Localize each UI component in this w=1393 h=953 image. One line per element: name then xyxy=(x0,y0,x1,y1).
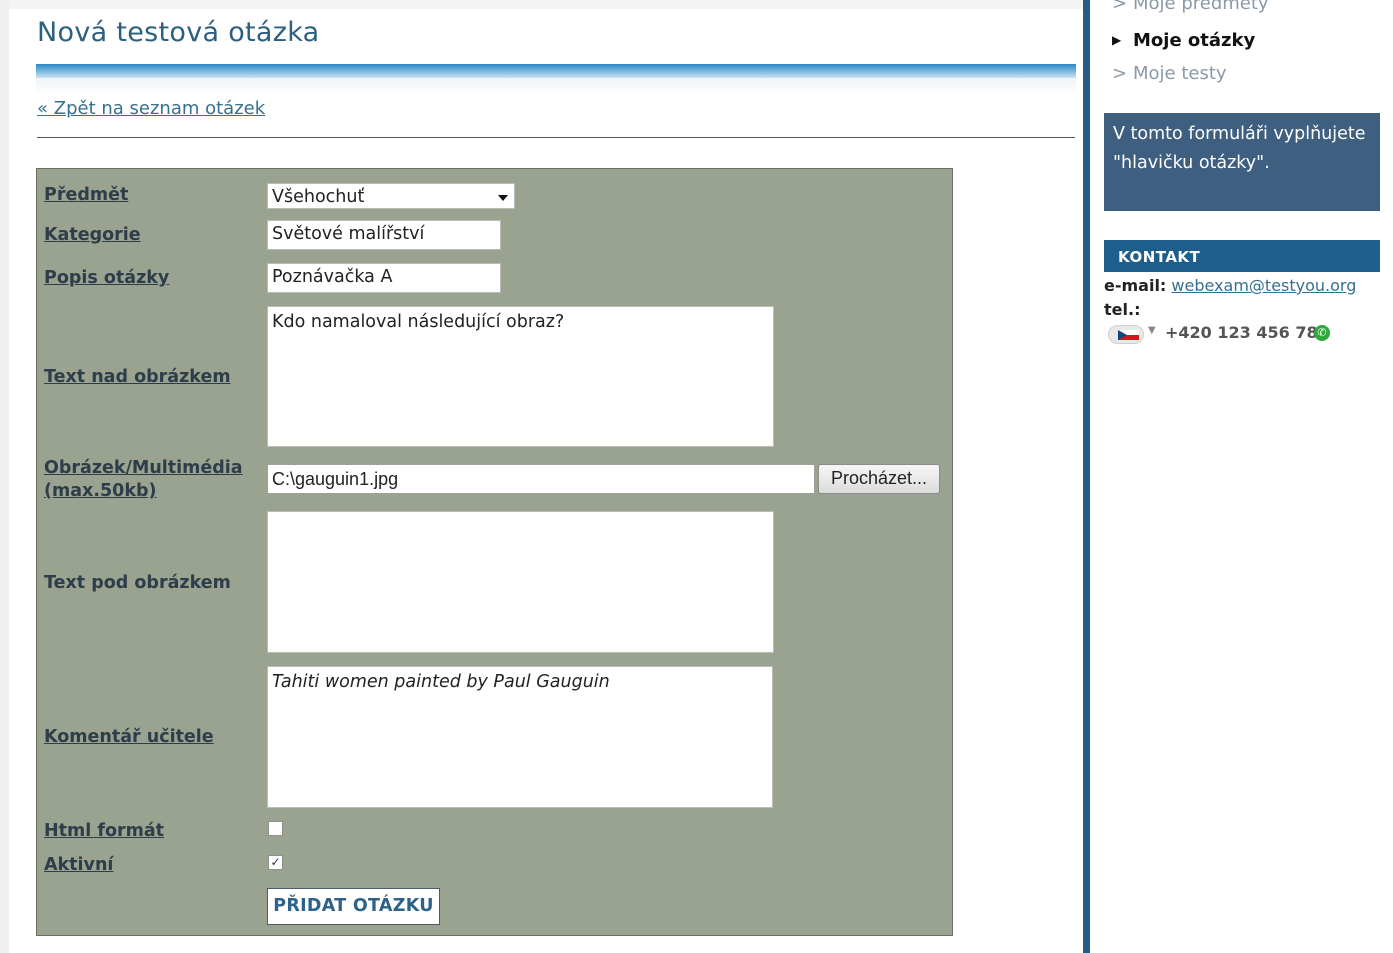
contact-header: KONTAKT xyxy=(1104,240,1380,272)
triangle-right-icon: ▶ xyxy=(1112,33,1122,47)
back-to-questions-link[interactable]: « Zpět na seznam otázek xyxy=(37,98,265,119)
html-format-checkbox[interactable] xyxy=(268,821,283,836)
comment-label: Komentář učitele xyxy=(44,727,214,747)
country-dropdown-icon[interactable]: ▼ xyxy=(1148,325,1156,336)
image-label-text: Obrázek/Multimédia xyxy=(44,458,243,478)
dropdown-arrow-icon xyxy=(498,195,508,201)
contact-tel: tel.: xyxy=(1104,300,1140,319)
page-title: Nová testová otázka xyxy=(37,17,320,48)
comment-textarea[interactable]: Tahiti women painted by Paul Gauguin xyxy=(267,666,773,808)
title-underline-fade xyxy=(36,78,1076,94)
nav-item-label: Moje otázky xyxy=(1133,30,1256,51)
add-question-button[interactable]: PŘIDAT OTÁZKU xyxy=(267,888,440,925)
sidebar-divider-bar xyxy=(1083,0,1090,953)
title-underline-bar xyxy=(36,64,1076,78)
text-below-label: Text pod obrázkem xyxy=(44,573,231,593)
email-label: e-mail: xyxy=(1104,276,1167,295)
czech-flag-icon[interactable] xyxy=(1108,325,1144,344)
html-format-label: Html formát xyxy=(44,821,165,841)
image-label: Obrázek/Multimédia (max.50kb) xyxy=(44,457,243,503)
text-above-label: Text nad obrázkem xyxy=(44,367,231,387)
contact-email: e-mail: webexam@testyou.org xyxy=(1104,276,1356,295)
call-icon[interactable]: ✆ xyxy=(1314,325,1330,341)
divider xyxy=(37,137,1075,138)
email-link[interactable]: webexam@testyou.org xyxy=(1171,276,1356,295)
page-left-edge xyxy=(0,0,9,953)
text-above-textarea[interactable]: Kdo namaloval následující obraz? xyxy=(267,306,774,447)
browse-button[interactable]: Procházet... xyxy=(818,464,940,494)
subject-label: Předmět xyxy=(44,185,129,205)
active-checkbox[interactable]: ✓ xyxy=(268,855,283,870)
nav-item-my-questions[interactable]: ▶ Moje otázky xyxy=(1112,30,1255,51)
chevron-right-icon: > xyxy=(1112,0,1128,14)
category-label: Kategorie xyxy=(44,225,141,245)
checkmark-icon: ✓ xyxy=(270,855,281,869)
phone-number: +420 123 456 789 xyxy=(1165,323,1329,342)
chevron-right-icon: > xyxy=(1112,63,1128,84)
text-below-textarea[interactable] xyxy=(267,511,774,653)
nav-item-label: Moje testy xyxy=(1133,63,1227,84)
description-input[interactable]: Poznávačka A xyxy=(267,263,501,293)
active-label: Aktivní xyxy=(44,855,114,875)
tel-label: tel.: xyxy=(1104,300,1141,319)
page-top-edge xyxy=(9,0,1083,9)
nav-item-my-tests[interactable]: > Moje testy xyxy=(1112,63,1227,84)
nav-item-label: Moje předměty xyxy=(1133,0,1269,14)
image-size-limit: (max.50kb) xyxy=(44,481,157,501)
description-label: Popis otázky xyxy=(44,268,170,288)
nav-item-my-subjects[interactable]: > Moje předměty xyxy=(1112,0,1269,14)
info-box: V tomto formuláři vyplňujete "hlavičku o… xyxy=(1104,113,1380,211)
image-file-input[interactable]: C:\gauguin1.jpg xyxy=(267,464,815,494)
category-input[interactable]: Světové malířství xyxy=(267,220,501,250)
subject-select[interactable]: Všehochuť xyxy=(267,183,515,209)
subject-select-value: Všehochuť xyxy=(272,187,365,207)
question-form: Předmět Všehochuť Kategorie Světové malí… xyxy=(36,168,953,936)
